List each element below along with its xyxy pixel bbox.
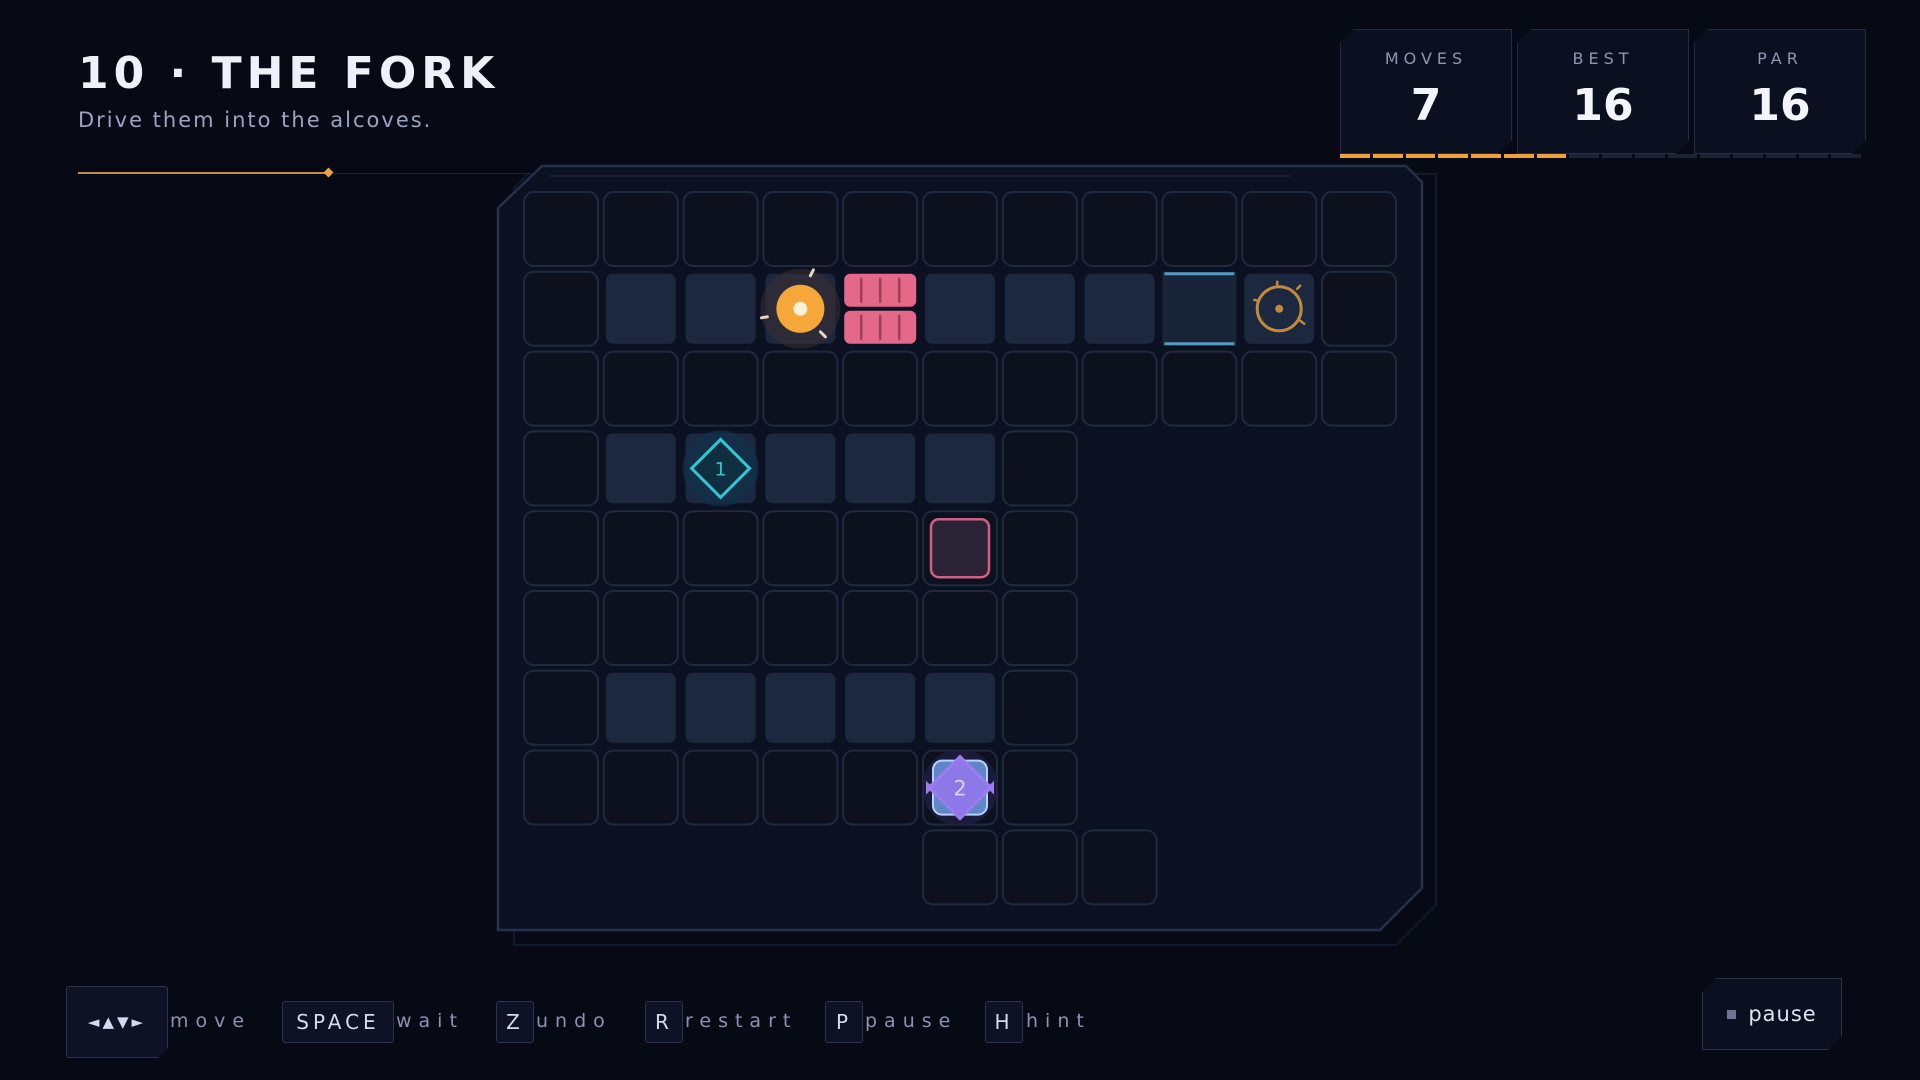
floor-tile [1161,191,1238,267]
floor-tile [1321,350,1397,427]
hint-label: hint [1026,1010,1091,1032]
floor-tile [1001,829,1078,906]
floor-tile [523,749,599,826]
floor-tile [1001,430,1078,507]
floor-tile [1001,669,1078,746]
raised-tile [845,672,916,743]
floor-tile [762,350,839,427]
floor-tile [602,590,679,666]
target-dot [1275,304,1284,313]
pause-icon [1727,1010,1736,1019]
floor-tile [922,590,998,666]
floor-tile [523,510,599,587]
floor-tile [1001,749,1078,826]
pause-button[interactable]: pause [1702,978,1842,1050]
floor-tile [523,430,599,507]
raised-tile [765,672,836,743]
floor-tile [682,510,759,587]
pause-key: P [825,1001,863,1043]
floor-tile [1001,191,1078,267]
floor-tile [682,191,759,267]
floor-tile [842,350,919,427]
space-key: SPACE [282,1001,394,1043]
restart-key: R [645,1001,683,1043]
raised-tile [685,672,756,743]
floor-tile [762,749,839,826]
raised-tile [605,273,676,344]
floor-tile [1001,350,1078,427]
raised-tile [925,433,995,504]
floor-tile [602,350,679,427]
floor-tile [1081,829,1158,906]
restart-label: restart [685,1010,798,1032]
floor-tile [523,270,599,347]
floor-tile [1081,191,1158,267]
floor-tile [922,191,998,267]
floor-tile [1321,191,1397,267]
gate-tile [1162,271,1237,346]
pause-button-label: pause [1748,1002,1817,1026]
floor-tile [602,510,679,587]
floor-tile [682,590,759,666]
floor-tile [842,590,919,666]
floor-tile [682,350,759,427]
floor-tile [1321,270,1397,347]
move-label: move [170,1010,252,1032]
floor-tile [682,749,759,826]
player-center [793,301,808,316]
undo-label: undo [536,1010,612,1032]
raised-tile [845,433,916,504]
floor-tile [762,590,839,666]
floor-tile [602,749,679,826]
raised-tile [685,273,756,344]
switch-pad [929,517,991,579]
game-board[interactable]: 12 [0,0,1920,1080]
unit-2-label: 2 [953,777,966,801]
floor-tile [523,350,599,427]
raised-tile [925,672,995,743]
floor-tile [842,510,919,587]
raised-tile [1084,273,1155,344]
floor-tile [762,191,839,267]
raised-tile [605,672,676,743]
unit-1-label: 1 [715,458,727,480]
floor-tile [1001,510,1078,587]
floor-tile [602,191,679,267]
raised-tile [765,433,836,504]
pause-hint-label: pause [865,1010,958,1032]
floor-tile [922,829,998,906]
undo-key: Z [496,1001,534,1043]
floor-tile [762,510,839,587]
raised-tile [605,433,676,504]
target-tick [1252,298,1260,303]
floor-tile [1241,191,1318,267]
raised-tile [1004,273,1075,344]
floor-tile [1001,590,1078,666]
player-spark [759,315,769,320]
raised-tile [925,273,995,344]
floor-tile [523,590,599,666]
move-keys: ◄▲▼► [66,986,168,1058]
floor-tile [1241,350,1318,427]
floor-tile [842,191,919,267]
hint-key: H [985,1001,1023,1043]
floor-tile [523,669,599,746]
floor-tile [1161,350,1238,427]
floor-tile [922,350,998,427]
wait-label: wait [396,1010,464,1032]
floor-tile [842,749,919,826]
floor-tile [1081,350,1158,427]
floor-tile [523,191,599,267]
